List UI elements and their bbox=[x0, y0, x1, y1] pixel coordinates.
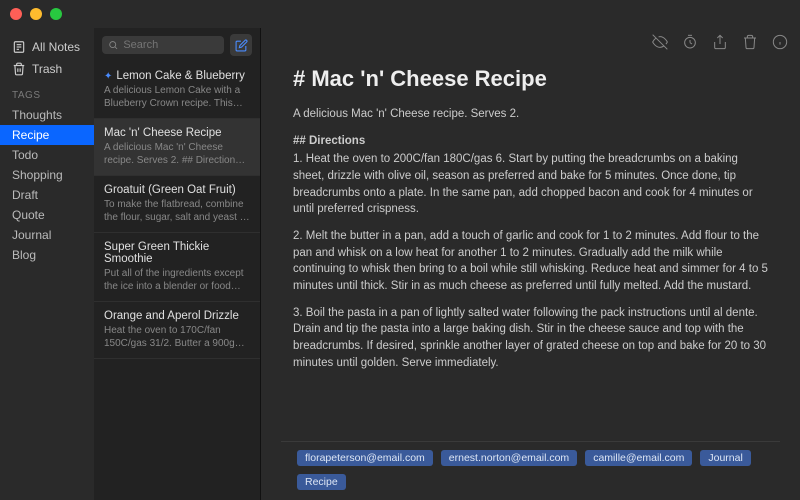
editor-toolbar bbox=[261, 28, 800, 56]
note-list-item[interactable]: ✦Lemon Cake & Blueberry A delicious Lemon… bbox=[94, 62, 260, 119]
search-row bbox=[94, 28, 260, 62]
share-icon[interactable] bbox=[712, 34, 728, 50]
sidebar-all-notes[interactable]: All Notes bbox=[0, 36, 94, 58]
direction-step: 1. Heat the oven to 200C/fan 180C/gas 6.… bbox=[293, 151, 768, 218]
tag-chip[interactable]: florapeterson@email.com bbox=[297, 450, 433, 466]
note-item-title: ✦Lemon Cake & Blueberry bbox=[104, 70, 250, 82]
tag-chip[interactable]: Recipe bbox=[297, 474, 346, 490]
window-controls bbox=[10, 8, 62, 20]
timer-icon[interactable] bbox=[682, 34, 698, 50]
tags-list: ThoughtsRecipeTodoShoppingDraftQuoteJour… bbox=[0, 105, 94, 265]
tag-item[interactable]: Draft bbox=[0, 185, 94, 205]
sidebar-trash[interactable]: Trash bbox=[0, 58, 94, 80]
sidebar-trash-label: Trash bbox=[32, 62, 62, 76]
note-title: # Mac 'n' Cheese Recipe bbox=[293, 66, 768, 92]
notes-icon bbox=[12, 40, 26, 54]
tag-item[interactable]: Todo bbox=[0, 145, 94, 165]
search-icon bbox=[108, 39, 118, 51]
note-item-preview: Put all of the ingredients except the ic… bbox=[104, 267, 250, 293]
new-note-button[interactable] bbox=[230, 34, 252, 56]
search-box[interactable] bbox=[102, 36, 224, 54]
direction-step: 2. Melt the butter in a pan, add a touch… bbox=[293, 228, 768, 295]
tag-item[interactable]: Shopping bbox=[0, 165, 94, 185]
minimize-window-button[interactable] bbox=[30, 8, 42, 20]
editor-content[interactable]: # Mac 'n' Cheese Recipe A delicious Mac … bbox=[261, 56, 800, 441]
sidebar: All Notes Trash TAGS ThoughtsRecipeTodoS… bbox=[0, 28, 94, 500]
compose-icon bbox=[235, 39, 248, 52]
tag-item[interactable]: Thoughts bbox=[0, 105, 94, 125]
note-item-title: Super Green Thickie Smoothie bbox=[104, 241, 250, 265]
note-item-preview: A delicious Mac 'n' Cheese recipe. Serve… bbox=[104, 141, 250, 167]
note-intro: A delicious Mac 'n' Cheese recipe. Serve… bbox=[293, 106, 768, 123]
titlebar bbox=[0, 0, 800, 28]
tag-item[interactable]: Recipe bbox=[0, 125, 94, 145]
notes-list: ✦Lemon Cake & Blueberry A delicious Lemon… bbox=[94, 62, 260, 500]
trash-icon bbox=[12, 62, 26, 76]
tag-item[interactable]: Blog bbox=[0, 245, 94, 265]
tag-chips-row: florapeterson@email.com ernest.norton@ema… bbox=[281, 441, 780, 500]
note-list-item[interactable]: Mac 'n' Cheese Recipe A delicious Mac 'n'… bbox=[94, 119, 260, 176]
note-list-item[interactable]: Orange and Aperol Drizzle Heat the oven t… bbox=[94, 302, 260, 359]
sidebar-all-notes-label: All Notes bbox=[32, 40, 80, 54]
tag-item[interactable]: Journal bbox=[0, 225, 94, 245]
note-item-preview: Heat the oven to 170C/fan 150C/gas 31/2.… bbox=[104, 324, 250, 350]
trash-icon[interactable] bbox=[742, 34, 758, 50]
search-input[interactable] bbox=[123, 39, 218, 51]
app-window: All Notes Trash TAGS ThoughtsRecipeTodoS… bbox=[0, 0, 800, 500]
directions-heading: ## Directions bbox=[293, 133, 768, 150]
note-item-title: Groatuit (Green Oat Fruit) bbox=[104, 184, 250, 196]
editor-panel: # Mac 'n' Cheese Recipe A delicious Mac … bbox=[261, 28, 800, 500]
note-list-item[interactable]: Super Green Thickie SmoothiePut all of t… bbox=[94, 233, 260, 302]
tag-chip[interactable]: ernest.norton@email.com bbox=[441, 450, 577, 466]
pin-icon: ✦ bbox=[104, 71, 112, 82]
maximize-window-button[interactable] bbox=[50, 8, 62, 20]
directions-steps: 1. Heat the oven to 200C/fan 180C/gas 6.… bbox=[293, 151, 768, 371]
note-list-item[interactable]: Groatuit (Green Oat Fruit) To make the fl… bbox=[94, 176, 260, 233]
direction-step: 3. Boil the pasta in a pan of lightly sa… bbox=[293, 305, 768, 372]
info-icon[interactable] bbox=[772, 34, 788, 50]
note-item-preview: A delicious Lemon Cake with a Blueberry … bbox=[104, 84, 250, 110]
note-item-preview: To make the flatbread, combine the flour… bbox=[104, 198, 250, 224]
app-body: All Notes Trash TAGS ThoughtsRecipeTodoS… bbox=[0, 28, 800, 500]
note-item-title: Orange and Aperol Drizzle bbox=[104, 310, 250, 322]
tag-chip[interactable]: Journal bbox=[700, 450, 750, 466]
preview-icon[interactable] bbox=[652, 34, 668, 50]
note-item-title: Mac 'n' Cheese Recipe bbox=[104, 127, 250, 139]
note-list-panel: ✦Lemon Cake & Blueberry A delicious Lemon… bbox=[94, 28, 261, 500]
close-window-button[interactable] bbox=[10, 8, 22, 20]
tag-item[interactable]: Quote bbox=[0, 205, 94, 225]
tags-heading: TAGS bbox=[0, 80, 94, 105]
tag-chip[interactable]: camille@email.com bbox=[585, 450, 692, 466]
